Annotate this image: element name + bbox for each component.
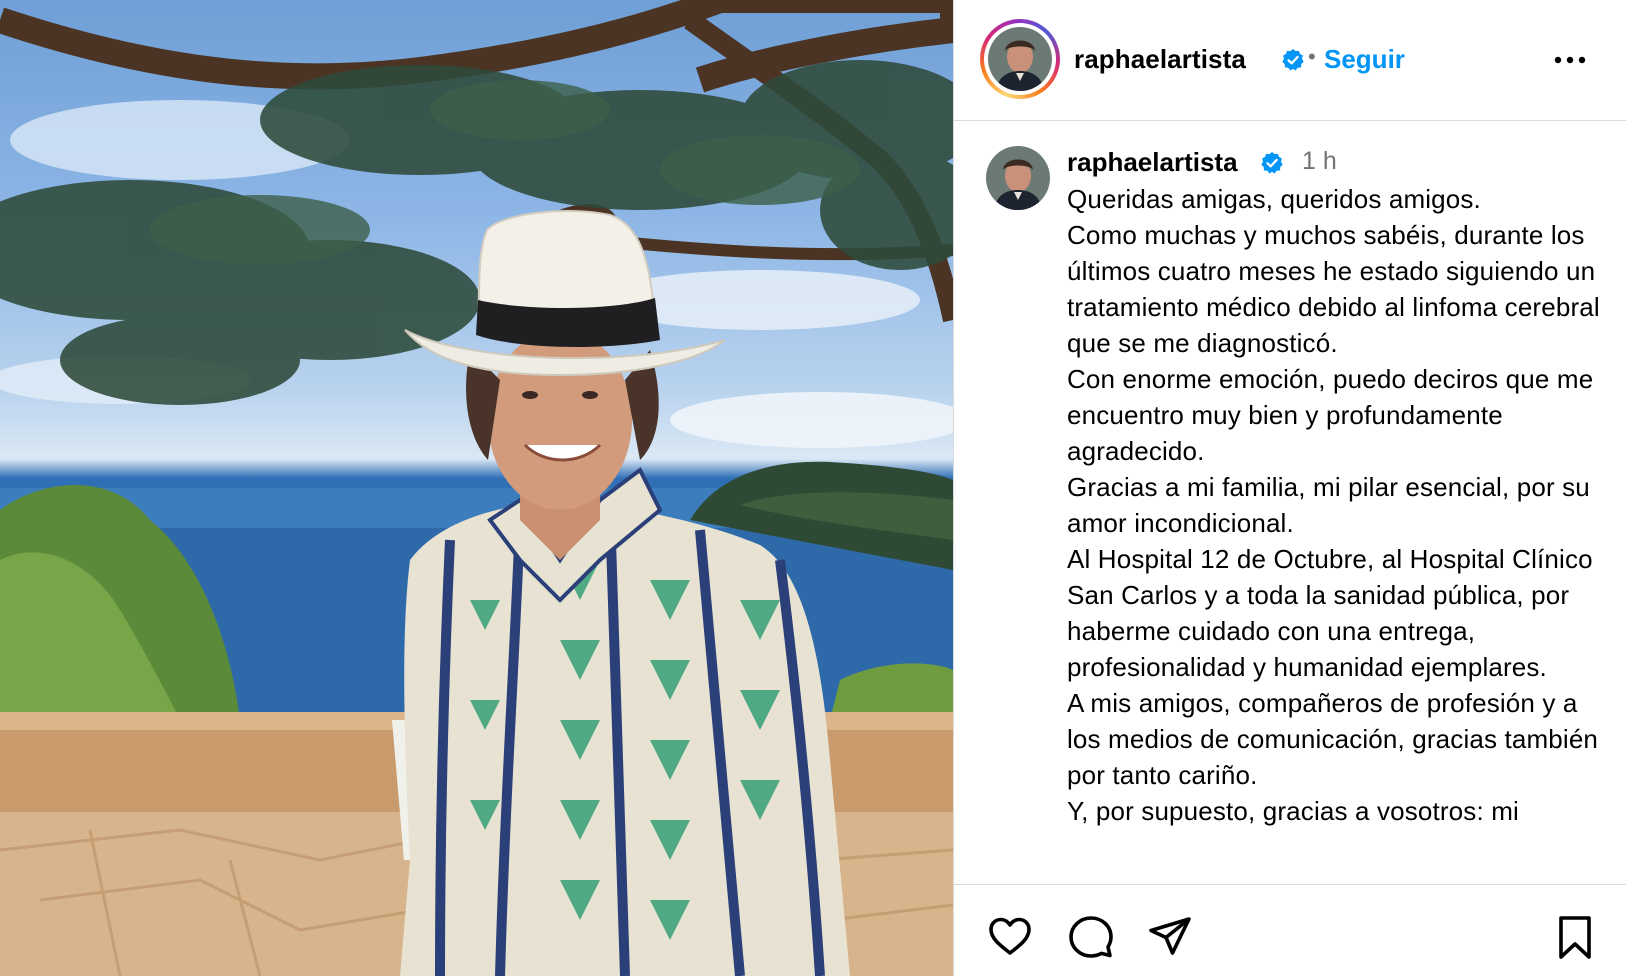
caption-avatar[interactable]: [986, 146, 1050, 210]
post-details-panel: raphaelartista • Seguir raphaelartista 1…: [954, 0, 1626, 976]
separator-dot: •: [1308, 44, 1316, 69]
author-username[interactable]: raphaelartista: [1074, 44, 1246, 75]
heart-icon[interactable]: [986, 913, 1034, 961]
caption-username[interactable]: raphaelartista: [1067, 147, 1238, 178]
follow-button[interactable]: Seguir: [1324, 44, 1405, 75]
share-icon[interactable]: [1146, 913, 1194, 961]
more-options-icon[interactable]: [1550, 48, 1590, 72]
post-timestamp[interactable]: 1 h: [1302, 147, 1337, 176]
post-header: raphaelartista • Seguir: [954, 0, 1626, 121]
story-ring[interactable]: [980, 19, 1060, 99]
verified-badge-icon: [1281, 48, 1305, 77]
caption-area[interactable]: raphaelartista 1 h Queridas amigas, quer…: [954, 122, 1626, 884]
post-actions-bar: [954, 884, 1626, 976]
comment-icon[interactable]: [1067, 913, 1115, 961]
avatar[interactable]: [988, 27, 1052, 91]
photo-illustration: [0, 0, 953, 976]
caption-text: Queridas amigas, queridos amigos. Como m…: [1067, 184, 1600, 826]
verified-badge-icon: [1260, 151, 1284, 180]
post-image[interactable]: [0, 0, 953, 976]
bookmark-icon[interactable]: [1551, 913, 1599, 961]
